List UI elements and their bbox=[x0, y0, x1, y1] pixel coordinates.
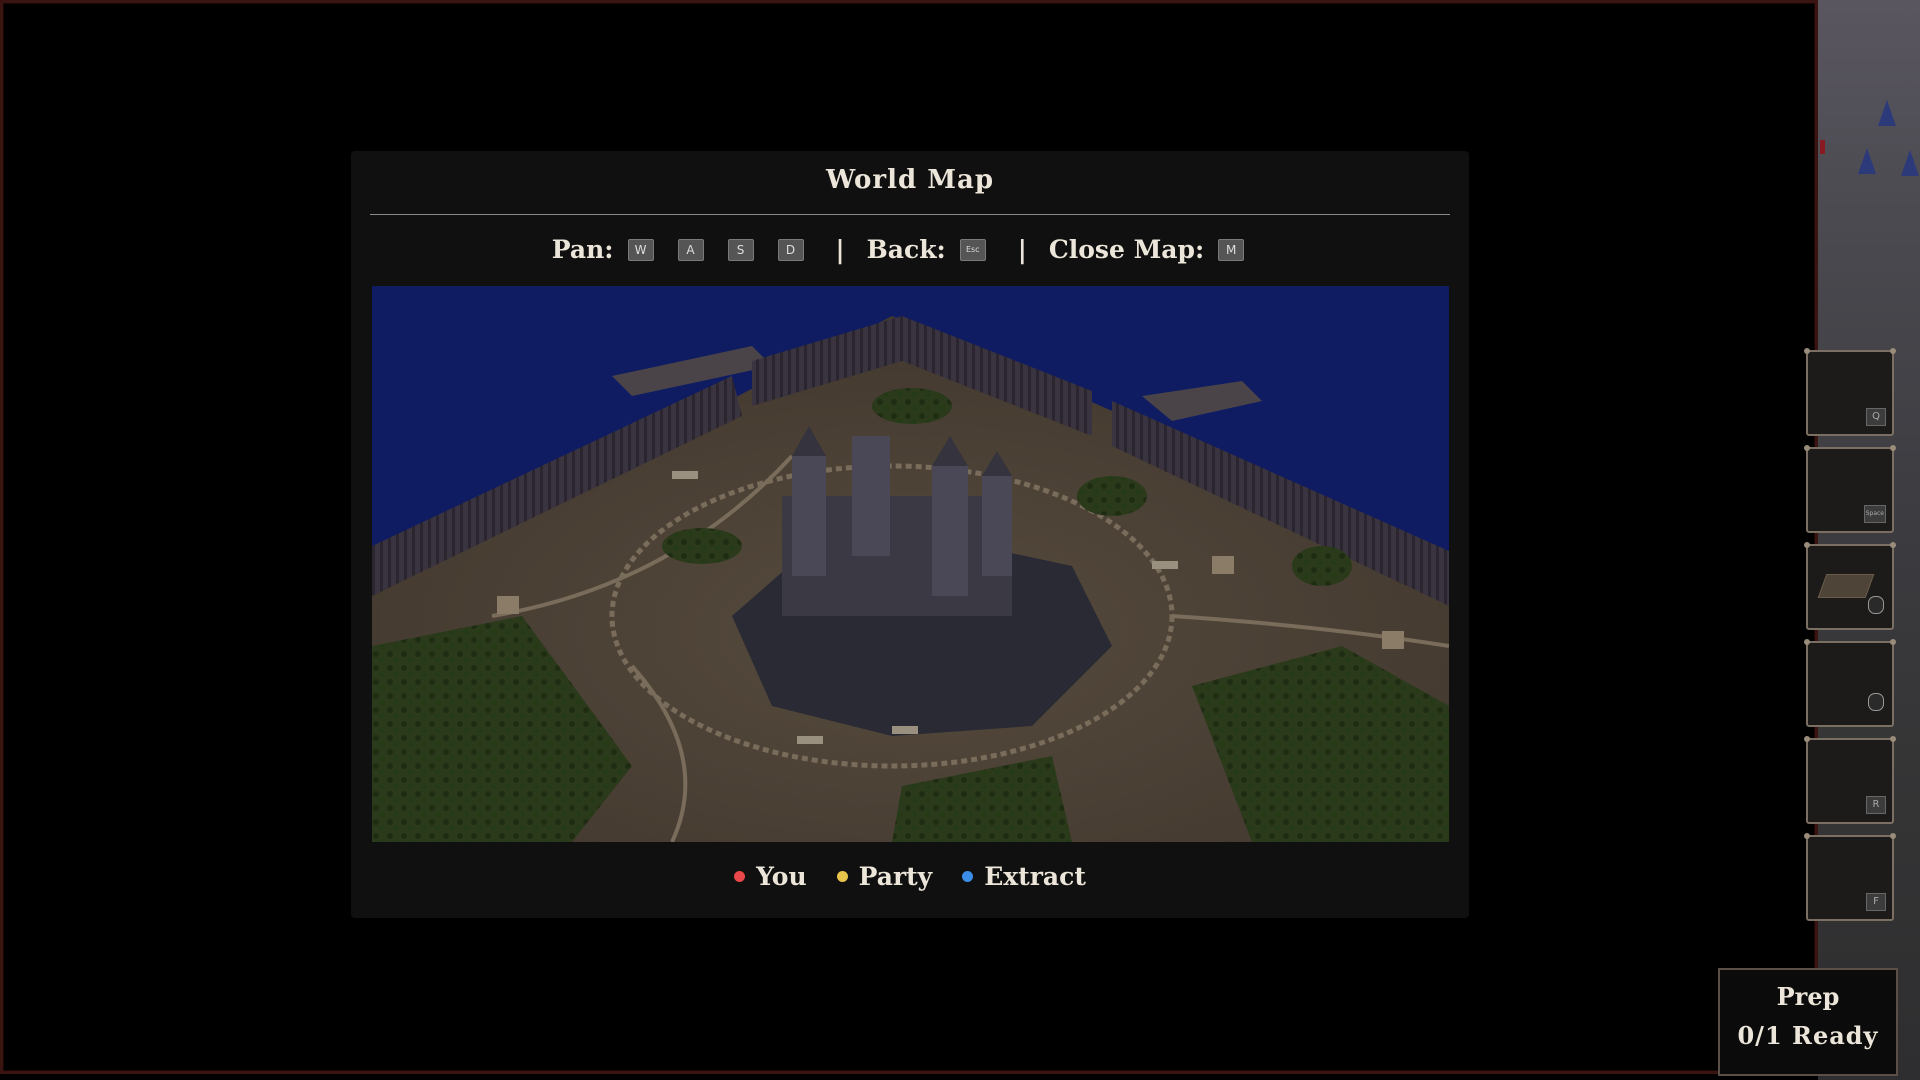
key-d: D bbox=[777, 238, 804, 261]
ready-count: 0/1 Ready bbox=[1737, 1021, 1879, 1050]
slot-key-label: F bbox=[1866, 893, 1886, 911]
legend-label: Party bbox=[858, 862, 933, 891]
back-label: Back: bbox=[866, 235, 946, 264]
close-map-label: Close Map: bbox=[1048, 235, 1205, 264]
ability-slot-space[interactable]: Space bbox=[1804, 445, 1896, 533]
map-legend: You Party Extract bbox=[351, 862, 1469, 891]
legend-party: Party bbox=[836, 862, 933, 891]
castle-island-map-image bbox=[372, 286, 1449, 842]
key-m: M bbox=[1218, 238, 1245, 261]
legend-extract: Extract bbox=[962, 862, 1086, 891]
pan-label: Pan: bbox=[551, 235, 614, 264]
world-map-panel: World Map Pan: W A S D | Back: Esc | Clo… bbox=[351, 151, 1469, 918]
item-slot-mouse[interactable] bbox=[1804, 639, 1896, 727]
separator: | bbox=[835, 235, 845, 264]
key-esc: Esc bbox=[959, 238, 986, 261]
extract-marker-icon bbox=[962, 871, 974, 882]
map-title: World Map bbox=[825, 165, 995, 195]
ability-slot-f[interactable]: F bbox=[1804, 833, 1896, 921]
key-s: S bbox=[727, 238, 754, 261]
slot-key-label: R bbox=[1866, 796, 1886, 814]
ability-slot-r[interactable]: R bbox=[1804, 736, 1896, 824]
legend-label: Extract bbox=[984, 862, 1086, 891]
prep-title: Prep bbox=[1776, 982, 1840, 1011]
legend-label: You bbox=[756, 862, 807, 891]
mouse-button-icon bbox=[1868, 693, 1884, 711]
you-marker-icon bbox=[734, 871, 746, 882]
title-divider bbox=[370, 214, 1450, 215]
item-slot-consumable[interactable] bbox=[1804, 542, 1896, 630]
separator: | bbox=[1017, 235, 1027, 264]
ability-slot-q[interactable]: Q bbox=[1804, 348, 1896, 436]
legend-you: You bbox=[734, 862, 807, 891]
key-a: A bbox=[677, 238, 704, 261]
party-marker-icon bbox=[836, 871, 848, 882]
key-w: W bbox=[627, 238, 654, 261]
prep-status-box: Prep 0/1 Ready bbox=[1718, 968, 1898, 1076]
slot-key-label: Q bbox=[1866, 408, 1886, 426]
mouse-button-icon bbox=[1868, 596, 1884, 614]
map-view[interactable] bbox=[372, 286, 1449, 842]
item-icon bbox=[1817, 574, 1875, 598]
slot-key-label: Space bbox=[1863, 505, 1886, 523]
map-controls-hint: Pan: W A S D | Back: Esc | Close Map: M bbox=[351, 235, 1469, 264]
